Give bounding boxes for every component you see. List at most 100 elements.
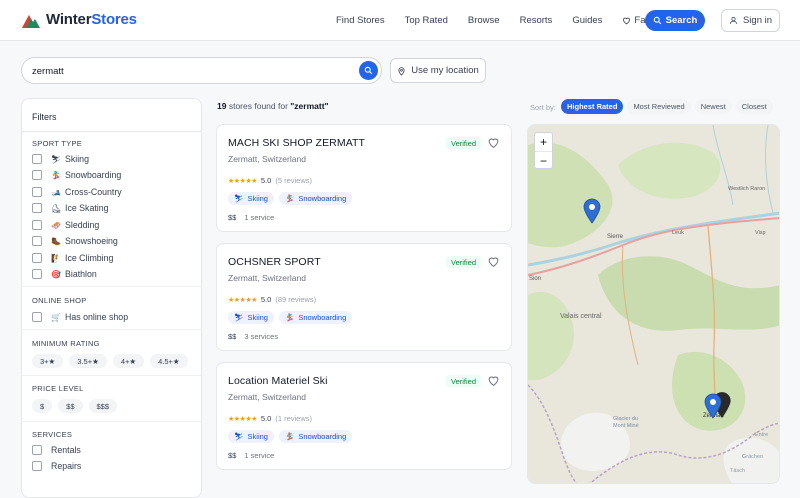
favorite-heart-icon[interactable] — [487, 255, 500, 268]
sport-ice-skating-checkbox[interactable]: ⛸ Ice Skating — [32, 202, 109, 214]
nav-top-rated[interactable]: Top Rated — [405, 15, 448, 26]
sort-closest[interactable]: Closest — [735, 99, 773, 114]
tag-skiing: ⛷ Skiing — [228, 430, 274, 443]
verified-badge: Verified — [446, 375, 482, 387]
divider — [22, 329, 201, 330]
store-name[interactable]: Location Materiel Ski — [228, 375, 328, 387]
skier-icon: ⛷ — [234, 432, 244, 441]
price-options: $ $$ $$$ — [32, 399, 118, 413]
sort-most-reviewed[interactable]: Most Reviewed — [627, 99, 691, 114]
sport-snowboarding-checkbox[interactable]: 🏂 Snowboarding — [32, 169, 121, 181]
ice-skate-icon: ⛸ — [51, 203, 62, 213]
map-label-entre: Entre — [755, 432, 769, 438]
sport-cross-country-checkbox[interactable]: 🎿 Cross-Country — [32, 186, 122, 198]
nav-browse[interactable]: Browse — [468, 15, 500, 26]
rating-option[interactable]: 3.5+★ — [69, 354, 107, 368]
snowboarder-icon: 🏂 — [284, 432, 295, 441]
use-location-button[interactable]: Use my location — [390, 58, 486, 83]
nav-resorts[interactable]: Resorts — [520, 15, 553, 26]
rating-options: 3+★ 3.5+★ 4+★ 4.5+★ — [32, 354, 188, 368]
rating-option[interactable]: 4.5+★ — [150, 354, 188, 368]
favorite-heart-icon[interactable] — [487, 136, 500, 149]
store-rating: ★★★★★ 5.0 (1 reviews) — [228, 414, 312, 423]
price-option[interactable]: $$$ — [88, 399, 118, 413]
sort-highest-rated[interactable]: Highest Rated — [561, 99, 624, 114]
favorite-heart-icon[interactable] — [487, 374, 500, 387]
brand-logo[interactable]: WinterStores — [22, 11, 137, 28]
review-count: (89 reviews) — [275, 295, 317, 304]
sport-label: Biathlon — [65, 269, 97, 279]
nav-find-stores[interactable]: Find Stores — [336, 15, 385, 26]
filters-panel: Filters SPORT TYPE ⛷ Skiing 🏂 Snowboarding… — [21, 98, 202, 498]
online-shop-checkbox[interactable]: 🛒 Has online shop — [32, 311, 128, 323]
map-canvas[interactable] — [528, 125, 780, 484]
store-map[interactable] — [527, 124, 780, 484]
checkbox[interactable] — [32, 445, 42, 455]
rating-option[interactable]: 4+★ — [112, 354, 145, 368]
store-rating: ★★★★★ 5.0 (5 reviews) — [228, 176, 312, 185]
sport-ice-climbing-checkbox[interactable]: 🧗 Ice Climbing — [32, 252, 113, 264]
store-location: Zermatt, Switzerland — [228, 392, 306, 402]
map-label-sierre: Sierre — [607, 234, 624, 240]
checkbox[interactable] — [32, 154, 42, 164]
sport-label: Cross-Country — [65, 187, 122, 197]
star-rating: ★★★★★ — [228, 296, 257, 304]
checkbox[interactable] — [32, 312, 42, 322]
rating-option[interactable]: 3+★ — [32, 354, 64, 368]
sport-snowshoeing-checkbox[interactable]: 🥾 Snowshoeing — [32, 235, 118, 247]
brand-name: WinterStores — [46, 11, 137, 28]
sport-label: Snowboarding — [65, 170, 122, 180]
skier-icon: ⛷ — [234, 194, 244, 203]
price-option[interactable]: $$ — [58, 399, 83, 413]
store-name[interactable]: OCHSNER SPORT — [228, 256, 321, 268]
price-option[interactable]: $ — [32, 399, 53, 413]
verified-badge: Verified — [446, 137, 482, 149]
tag-label: Snowboarding — [298, 432, 347, 441]
checkbox[interactable] — [32, 187, 42, 197]
sport-skiing-checkbox[interactable]: ⛷ Skiing — [32, 153, 89, 165]
zoom-in-button[interactable]: + — [535, 133, 552, 151]
store-card[interactable]: MACH SKI SHOP ZERMATT Zermatt, Switzerla… — [216, 124, 512, 232]
divider — [22, 421, 201, 422]
divider — [22, 375, 201, 376]
store-location: Zermatt, Switzerland — [228, 273, 306, 283]
search-submit-button[interactable] — [359, 61, 378, 80]
map-label-taesch: Täsch — [730, 468, 745, 474]
store-card[interactable]: Location Materiel Ski Zermatt, Switzerla… — [216, 362, 512, 470]
store-card[interactable]: OCHSNER SPORT Zermatt, Switzerland Verif… — [216, 243, 512, 351]
nav-guides[interactable]: Guides — [572, 15, 602, 26]
service-rentals-checkbox[interactable]: Rentals — [32, 444, 81, 456]
store-footer: $$ 1 service — [228, 451, 274, 460]
skier-icon: ⛷ — [51, 154, 62, 164]
sign-in-button[interactable]: Sign in — [721, 9, 780, 32]
checkbox[interactable] — [32, 170, 42, 180]
sport-sledding-checkbox[interactable]: 🛷 Sledding — [32, 219, 99, 231]
checkbox[interactable] — [32, 203, 42, 213]
map-marker-icon[interactable] — [583, 198, 601, 224]
results-number: 19 — [217, 101, 227, 111]
store-name[interactable]: MACH SKI SHOP ZERMATT — [228, 137, 365, 149]
services-title: SERVICES — [32, 430, 73, 439]
header-search-button[interactable]: Search — [645, 10, 705, 31]
zoom-out-button[interactable]: − — [535, 151, 552, 169]
sort-by-label: Sort by: — [530, 103, 556, 112]
cart-icon: 🛒 — [51, 312, 61, 322]
results-text: stores found for — [228, 101, 288, 111]
map-marker-icon[interactable] — [704, 393, 722, 419]
checkbox[interactable] — [32, 220, 42, 230]
sport-biathlon-checkbox[interactable]: 🎯 Biathlon — [32, 268, 97, 280]
checkbox[interactable] — [32, 269, 42, 279]
sign-in-label: Sign in — [742, 15, 773, 26]
service-repairs-checkbox[interactable]: Repairs — [32, 460, 81, 472]
map-label-glacier: Glacier du Mont Miné — [613, 416, 639, 429]
skis-icon: 🎿 — [51, 187, 61, 197]
price-level-title: PRICE LEVEL — [32, 384, 84, 393]
sort-newest[interactable]: Newest — [694, 99, 732, 114]
checkbox[interactable] — [32, 253, 42, 263]
checkbox[interactable] — [32, 236, 42, 246]
mountain-logo-icon — [22, 14, 40, 28]
checkbox[interactable] — [32, 461, 42, 471]
service-count: 3 services — [244, 332, 279, 341]
search-input[interactable] — [32, 63, 352, 79]
rating-value: 5.0 — [260, 414, 272, 423]
